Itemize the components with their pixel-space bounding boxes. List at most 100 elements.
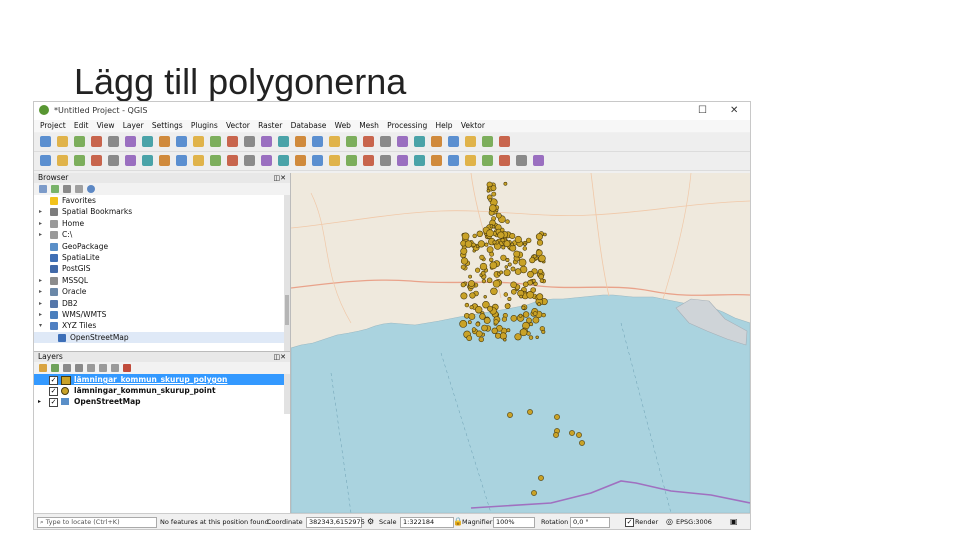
expand-arrow-icon[interactable]: ▸: [38, 396, 41, 407]
expand-arrow-icon[interactable]: ▸: [39, 309, 42, 320]
menu-edit[interactable]: Edit: [74, 120, 89, 132]
layer-visibility-checkbox[interactable]: ✓: [49, 376, 58, 385]
magnifier-field[interactable]: 100%: [493, 517, 535, 528]
style-manager-icon[interactable]: [39, 364, 47, 372]
browser-item[interactable]: ▸ Home: [34, 218, 290, 229]
feature-point[interactable]: [495, 332, 502, 339]
feature-point[interactable]: [478, 336, 485, 343]
feature-point[interactable]: [507, 412, 513, 418]
menu-mesh[interactable]: Mesh: [359, 120, 379, 132]
layer-item[interactable]: ✓ lämningar_kommun_skurup_polygon: [34, 374, 290, 385]
feature-point[interactable]: [480, 270, 486, 276]
feature-point[interactable]: [468, 280, 475, 287]
feature-point[interactable]: [500, 227, 505, 233]
zoom-full-icon[interactable]: [210, 136, 221, 147]
feature-point[interactable]: [489, 257, 494, 263]
browser-item[interactable]: ▾ XYZ Tiles: [34, 320, 290, 331]
feature-point[interactable]: [501, 316, 507, 322]
help-icon[interactable]: [533, 155, 544, 166]
digitize-icon[interactable]: [159, 155, 170, 166]
feature-point[interactable]: [490, 185, 497, 191]
menu-database[interactable]: Database: [291, 120, 327, 132]
attribute-table-icon[interactable]: [397, 136, 408, 147]
feature-point[interactable]: [484, 242, 489, 247]
paste-icon[interactable]: [312, 155, 323, 166]
feature-point[interactable]: [467, 320, 472, 325]
feature-point[interactable]: [466, 335, 473, 341]
layers-scrollbar[interactable]: [284, 374, 290, 414]
feature-point[interactable]: [531, 490, 537, 496]
layer-visibility-checkbox[interactable]: ✓: [49, 387, 58, 396]
feature-point[interactable]: [510, 281, 517, 289]
feature-point[interactable]: [491, 191, 497, 197]
panel-float-close-icon[interactable]: ◫✕: [274, 352, 286, 362]
feature-point[interactable]: [479, 313, 486, 320]
undo-icon[interactable]: [329, 155, 340, 166]
menu-raster[interactable]: Raster: [258, 120, 282, 132]
print-layout-icon[interactable]: [108, 136, 119, 147]
feature-point[interactable]: [487, 305, 493, 312]
browser-item[interactable]: ▸ Oracle: [34, 286, 290, 297]
menu-vector[interactable]: Vector: [226, 120, 250, 132]
add-group-icon[interactable]: [51, 364, 59, 372]
feature-point[interactable]: [464, 302, 470, 308]
feature-point[interactable]: [481, 278, 486, 284]
collapse-all-icon[interactable]: [111, 364, 119, 372]
feature-point[interactable]: [541, 312, 546, 318]
feature-point[interactable]: [504, 303, 511, 309]
expand-arrow-icon[interactable]: ▸: [39, 298, 42, 309]
feature-point[interactable]: [510, 315, 518, 322]
menu-processing[interactable]: Processing: [387, 120, 427, 132]
add-selected-icon[interactable]: [39, 185, 47, 193]
expand-arrow-icon[interactable]: ▸: [39, 206, 42, 217]
maximize-icon[interactable]: ☐: [698, 105, 707, 116]
browser-item[interactable]: Favorites: [34, 195, 290, 206]
add-raster-icon[interactable]: [91, 155, 102, 166]
identify-icon[interactable]: [346, 136, 357, 147]
rotation-field[interactable]: 0,0 °: [570, 517, 610, 528]
feature-point[interactable]: [576, 432, 582, 438]
feature-point[interactable]: [464, 313, 470, 319]
feature-point[interactable]: [476, 230, 484, 237]
feature-point[interactable]: [538, 273, 544, 280]
new-project-icon[interactable]: [40, 136, 51, 147]
feature-point[interactable]: [507, 262, 512, 267]
feature-point[interactable]: [528, 335, 534, 340]
filter-legend-icon[interactable]: [75, 364, 83, 372]
temporal-icon[interactable]: [312, 136, 323, 147]
toggle-extents-icon[interactable]: ⚙: [367, 514, 374, 529]
feature-point[interactable]: [460, 247, 468, 255]
feature-point[interactable]: [537, 302, 542, 307]
annotation-icon[interactable]: [482, 136, 493, 147]
zoom-out-icon[interactable]: [193, 136, 204, 147]
feature-point[interactable]: [489, 204, 497, 212]
expand-arrow-icon[interactable]: ▸: [39, 218, 42, 229]
feature-point[interactable]: [503, 292, 509, 297]
new-map-view-icon[interactable]: [295, 136, 306, 147]
menu-plugins[interactable]: Plugins: [191, 120, 218, 132]
expand-all-icon[interactable]: [99, 364, 107, 372]
feature-point[interactable]: [536, 239, 544, 246]
feature-point[interactable]: [468, 313, 476, 320]
close-icon[interactable]: ✕: [730, 105, 738, 116]
feature-point[interactable]: [461, 232, 470, 241]
menu-settings[interactable]: Settings: [152, 120, 183, 132]
feature-point[interactable]: [492, 279, 501, 288]
feature-point[interactable]: [541, 329, 546, 334]
rotate-label-icon[interactable]: [431, 155, 442, 166]
python-icon[interactable]: [516, 155, 527, 166]
feature-point[interactable]: [536, 293, 544, 301]
feature-point[interactable]: [464, 240, 473, 248]
field-calculator-icon[interactable]: [414, 136, 425, 147]
feature-point[interactable]: [499, 270, 504, 275]
locator-search-input[interactable]: ⌕ Type to locate (Ctrl+K): [37, 517, 157, 528]
feature-point[interactable]: [469, 292, 476, 299]
menu-help[interactable]: Help: [435, 120, 452, 132]
menu-view[interactable]: View: [97, 120, 115, 132]
add-feature-icon[interactable]: [210, 155, 221, 166]
feature-point[interactable]: [522, 246, 528, 251]
pin-label-icon[interactable]: [380, 155, 391, 166]
layout-manager-icon[interactable]: [125, 136, 136, 147]
feature-point[interactable]: [475, 330, 483, 338]
feature-point[interactable]: [579, 440, 585, 446]
